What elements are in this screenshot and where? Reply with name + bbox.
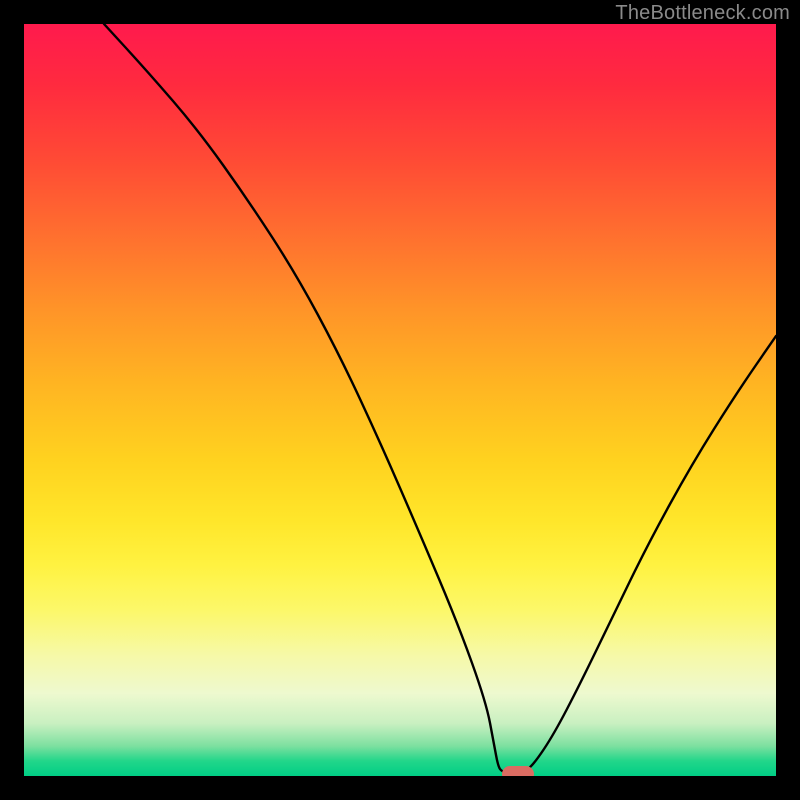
- bottleneck-curve: [24, 24, 776, 776]
- watermark-text: TheBottleneck.com: [615, 2, 790, 25]
- chart-frame: TheBottleneck.com: [0, 0, 800, 800]
- optimal-point-marker: [502, 766, 534, 776]
- plot-area: [24, 24, 776, 776]
